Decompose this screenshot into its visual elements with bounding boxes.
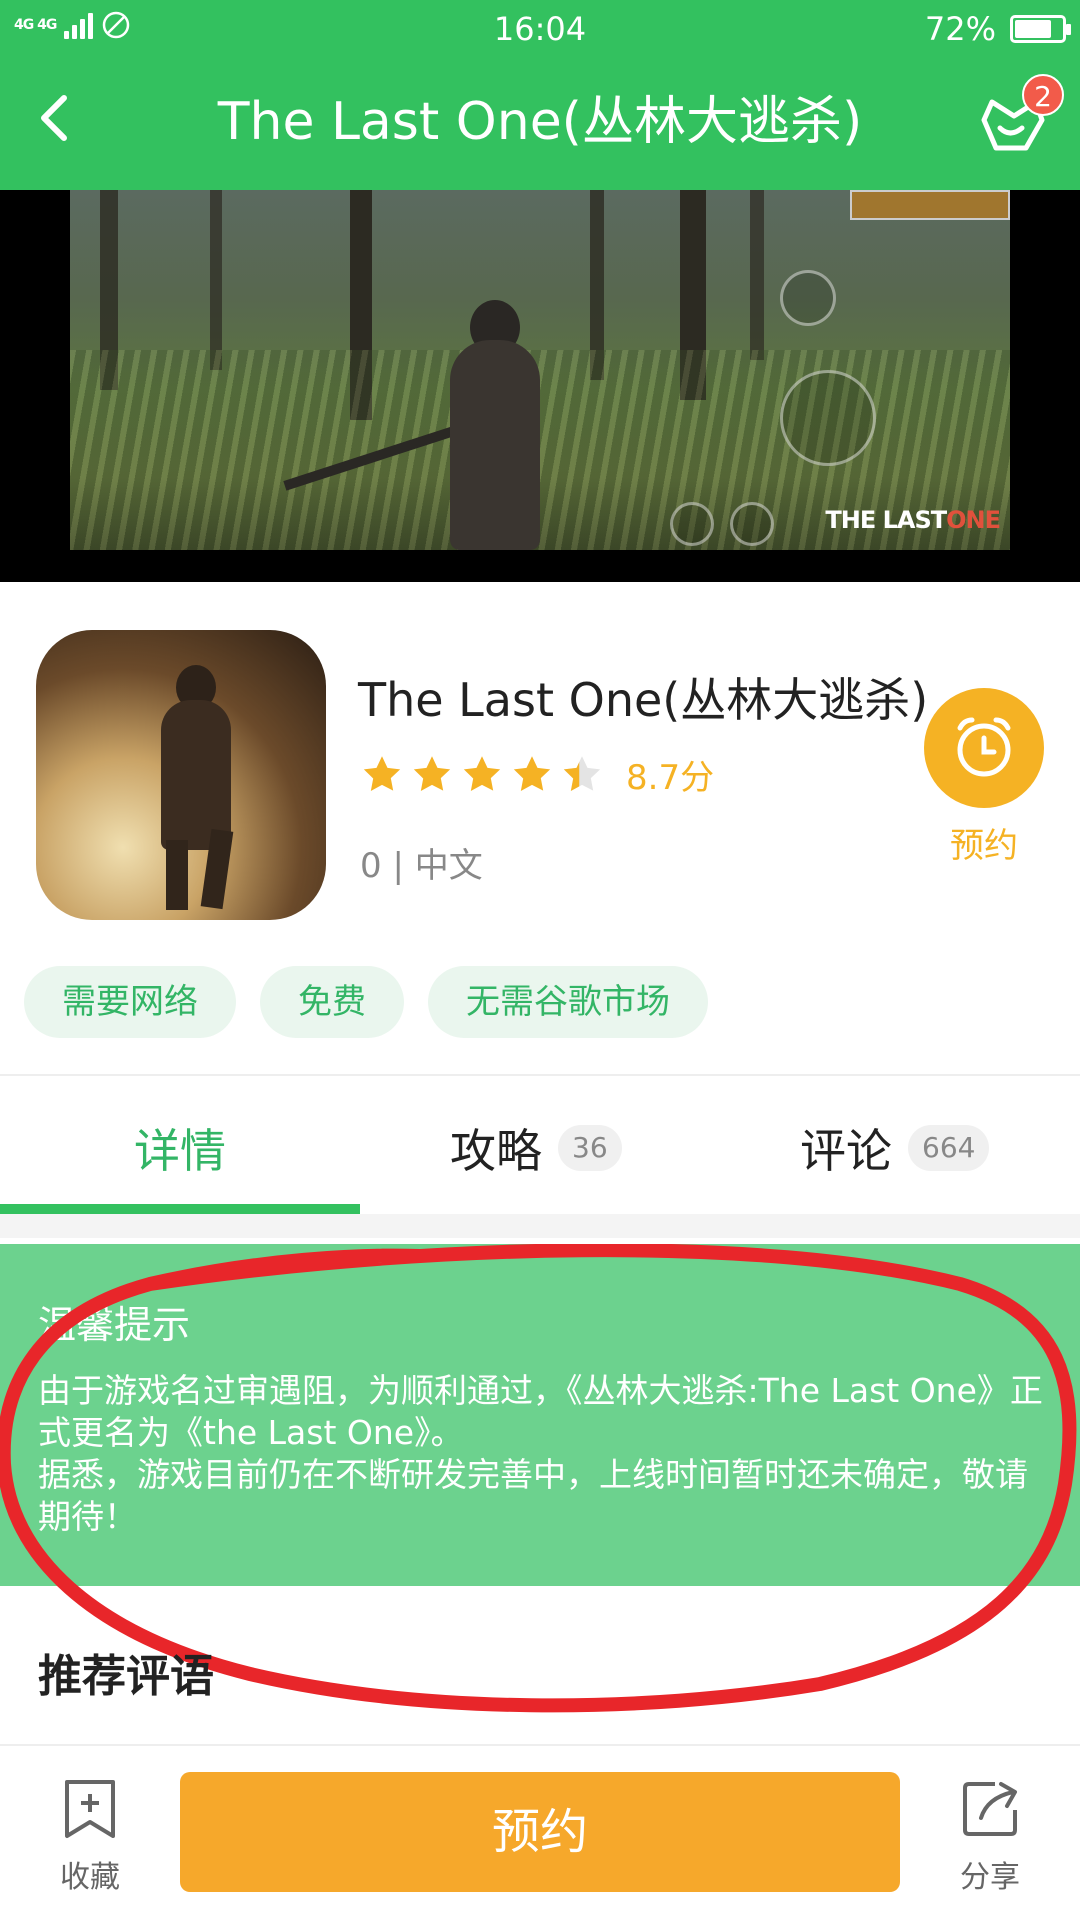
section-spacer [0,1214,1080,1238]
guides-count: 36 [558,1125,622,1171]
share-icon [963,1782,1017,1836]
notice-line-2: 据悉，游戏目前仍在不断研发完善中，上线时间暂时还未确定，敬请期待！ [38,1455,1028,1536]
status-bar: 4G 4G 16:04 72% [0,0,1080,56]
tag-no-google-play: 无需谷歌市场 [428,966,708,1038]
alarm-clock-icon [957,717,1011,777]
tab-guides-label: 攻略 [450,1124,542,1178]
tag-network: 需要网络 [24,966,236,1038]
footer-divider [0,1744,1080,1746]
page-title: The Last One(丛林大逃杀) [217,92,863,152]
tab-details-label: 详情 [134,1124,226,1178]
tag-free: 免费 [260,966,404,1038]
reserve-cta-button[interactable]: 预约 [180,1772,900,1892]
comments-count: 664 [908,1125,990,1171]
clock: 16:04 [493,10,587,48]
share-label: 分享 [960,1860,1020,1895]
notice-line-1: 由于游戏名过审遇阻，为顺利通过，《丛林大逃杀:The Last One》正式更名… [38,1371,1043,1452]
video-frame: THE LASTONE [70,190,1010,550]
reserve-button[interactable] [924,688,1044,808]
app-name: The Last One(丛林大逃杀) [358,673,929,727]
notice-panel: 温馨提示 由于游戏名过审遇阻，为顺利通过，《丛林大逃杀:The Last One… [0,1244,1080,1586]
rating: 8.7分 [360,750,714,799]
app-meta: 0 | 中文 [360,846,483,886]
title-bar: The Last One(丛林大逃杀) 2 [0,66,1080,190]
back-icon[interactable] [28,88,88,148]
tab-comments-label: 评论 [800,1124,892,1178]
favorite-button[interactable]: 收藏 [40,1774,140,1896]
download-count-badge: 2 [1022,74,1064,116]
tag-list: 需要网络 免费 无需谷歌市场 [24,966,708,1038]
star-icon [463,755,501,791]
tab-guides[interactable]: 攻略 36 [450,1118,622,1178]
reserve-label[interactable]: 预约 [924,818,1044,867]
favorite-label: 收藏 [60,1860,120,1895]
bookmark-add-icon [65,1780,115,1838]
notice-title: 温馨提示 [38,1303,191,1347]
tab-details[interactable]: 详情 [134,1118,226,1178]
half-star-icon [563,755,601,791]
star-icon [513,755,551,791]
share-button[interactable]: 分享 [940,1774,1040,1896]
score-text: 8.7分 [626,758,715,798]
tab-comments[interactable]: 评论 664 [800,1118,990,1178]
app-header: 4G 4G 16:04 72% The Last One(丛林大逃杀) 2 [0,0,1080,190]
star-icon [363,755,401,791]
notice-body: 由于游戏名过审遇阻，为顺利通过，《丛林大逃杀:The Last One》正式更名… [38,1370,1048,1538]
video-banner[interactable]: THE LASTONE [0,190,1080,582]
app-icon [36,630,326,920]
star-icon [413,755,451,791]
recommend-title: 推荐评语 [38,1651,214,1702]
active-tab-indicator [0,1204,360,1214]
battery-percent: 72% [924,10,996,48]
status-right: 72% [924,10,1071,48]
video-watermark: THE LASTONE [825,506,1001,534]
battery-icon [1010,15,1071,43]
tab-bar: 详情 攻略 36 评论 664 [0,1076,1080,1238]
